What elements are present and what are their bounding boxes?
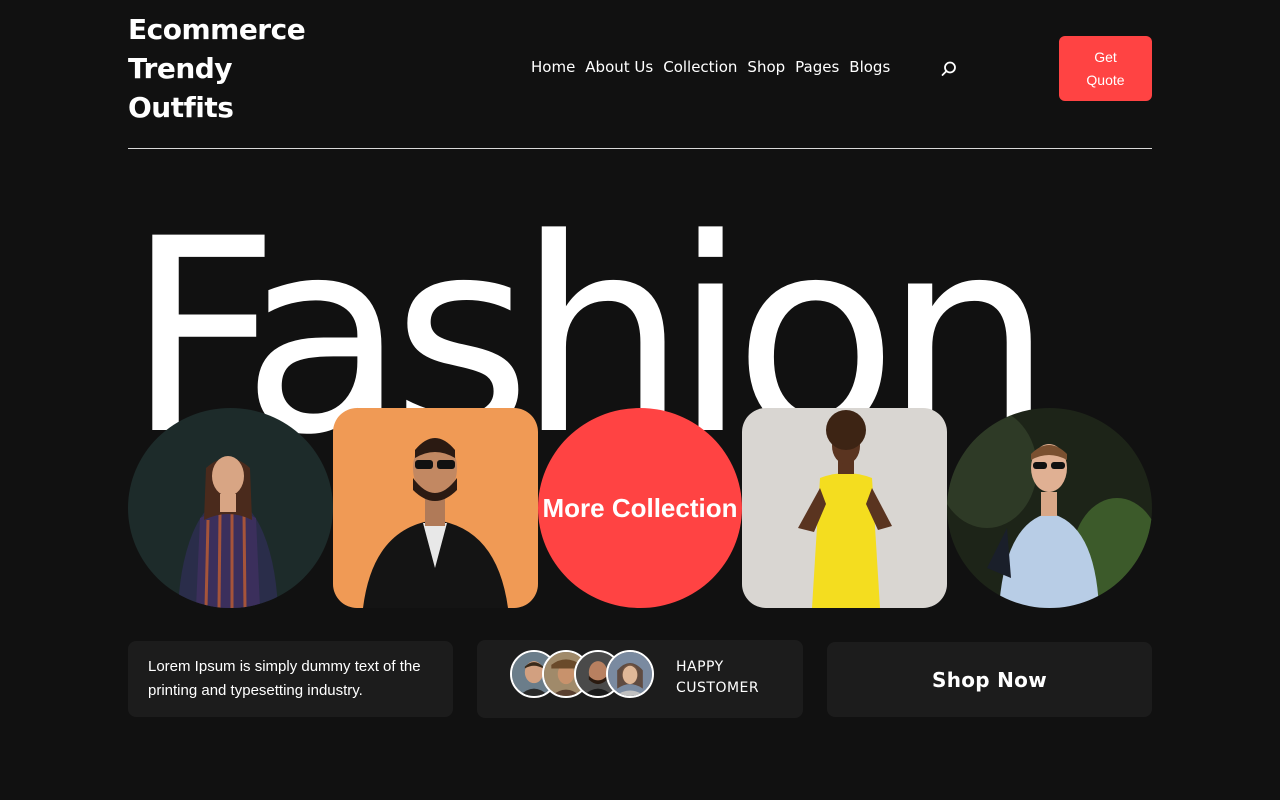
get-quote-button[interactable]: Get Quote bbox=[1059, 36, 1152, 101]
brand-logo-text[interactable]: Ecommerce Trendy Outfits bbox=[128, 10, 328, 127]
intro-text-card: Lorem Ipsum is simply dummy text of the … bbox=[128, 641, 453, 717]
nav-blogs[interactable]: Blogs bbox=[849, 58, 890, 76]
more-collection-label: More Collection bbox=[542, 493, 738, 523]
main-nav: Home About Us Collection Shop Pages Blog… bbox=[531, 58, 890, 76]
nav-home[interactable]: Home bbox=[531, 58, 575, 76]
model-photo-woman-striped-dress[interactable] bbox=[128, 408, 333, 608]
avatar bbox=[606, 650, 654, 698]
more-collection-button[interactable]: More Collection bbox=[538, 408, 742, 608]
nav-pages[interactable]: Pages bbox=[795, 58, 839, 76]
model-photo-man-blue-shirt[interactable] bbox=[947, 408, 1152, 608]
model-photo-woman-yellow-dress[interactable] bbox=[742, 408, 947, 608]
shop-now-button[interactable]: Shop Now bbox=[827, 642, 1152, 717]
search-icon[interactable] bbox=[940, 60, 958, 78]
nav-collection[interactable]: Collection bbox=[663, 58, 737, 76]
happy-customers-card: HAPPY CUSTOMER bbox=[477, 640, 803, 718]
nav-shop[interactable]: Shop bbox=[747, 58, 785, 76]
model-photo-man-sunglasses-orange[interactable] bbox=[333, 408, 538, 608]
nav-about-us[interactable]: About Us bbox=[585, 58, 653, 76]
customer-avatars bbox=[510, 650, 654, 698]
shop-now-label: Shop Now bbox=[931, 667, 1048, 692]
site-header: Ecommerce Trendy Outfits Home About Us C… bbox=[128, 0, 1152, 149]
collection-gallery: More Collection bbox=[128, 408, 1152, 608]
happy-customer-label: HAPPY CUSTOMER bbox=[676, 659, 760, 696]
intro-text: Lorem Ipsum is simply dummy text of the … bbox=[148, 658, 421, 699]
